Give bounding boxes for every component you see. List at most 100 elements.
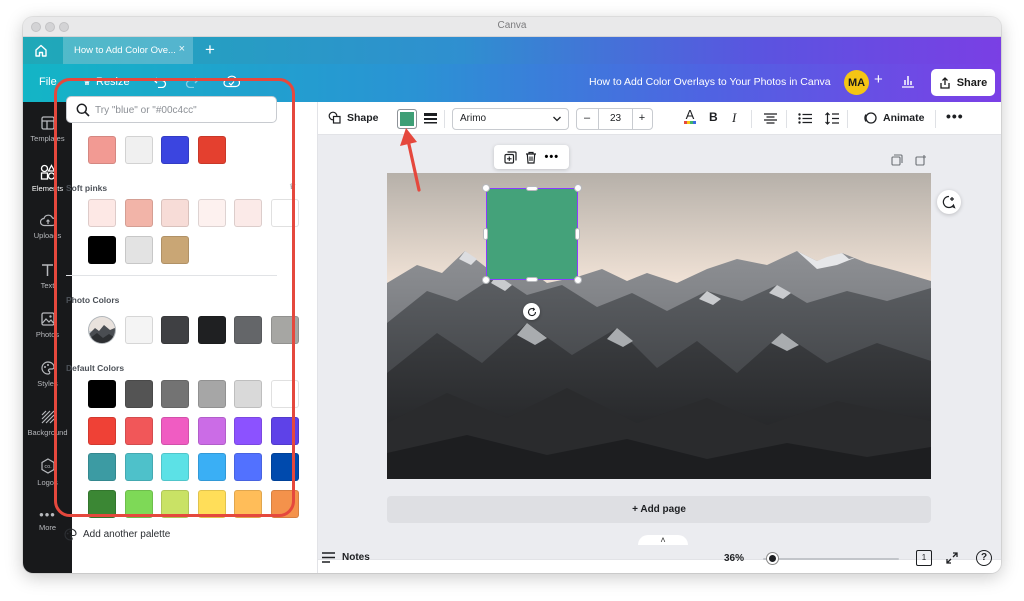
add-collaborator-button[interactable]: + <box>874 71 883 88</box>
color-swatch[interactable] <box>124 380 153 408</box>
border-style-icon[interactable] <box>424 113 437 124</box>
color-swatch[interactable] <box>271 380 299 408</box>
color-swatch[interactable] <box>88 235 116 264</box>
share-button[interactable]: Share <box>931 69 995 96</box>
color-swatch[interactable] <box>271 453 299 481</box>
color-swatch[interactable] <box>197 489 226 518</box>
color-swatch[interactable] <box>124 489 153 518</box>
insights-chart-icon[interactable] <box>901 74 915 88</box>
add-page-icon[interactable] <box>915 154 927 166</box>
add-another-palette-button[interactable]: Add another palette <box>64 528 170 541</box>
color-swatch[interactable] <box>197 316 226 344</box>
more-options-icon[interactable]: ••• <box>946 108 964 124</box>
color-swatch[interactable] <box>234 489 263 518</box>
resize-handle-bottom-right[interactable] <box>574 276 582 284</box>
color-swatch[interactable] <box>234 316 263 344</box>
line-spacing-icon[interactable] <box>825 112 839 125</box>
color-swatch[interactable] <box>197 199 226 227</box>
bold-icon[interactable]: B <box>709 110 718 124</box>
resize-handle-top-left[interactable] <box>482 184 490 192</box>
text-color-button[interactable]: A <box>683 107 697 129</box>
color-swatch[interactable] <box>161 453 190 481</box>
color-swatch[interactable] <box>161 199 190 227</box>
resize-handle-bottom[interactable] <box>526 277 538 282</box>
rail-item-uploads[interactable]: Uploads <box>23 204 72 250</box>
color-swatch[interactable] <box>271 489 299 518</box>
increase-font-size-button[interactable]: + <box>632 112 652 124</box>
close-tab-icon[interactable]: × <box>179 43 185 55</box>
italic-icon[interactable]: I <box>732 110 736 126</box>
list-icon[interactable] <box>798 113 812 124</box>
color-swatch[interactable] <box>197 453 226 481</box>
font-size-value[interactable]: 23 <box>598 109 633 129</box>
rail-item-elements[interactable]: Elements <box>23 155 72 201</box>
color-swatch[interactable] <box>271 416 299 445</box>
new-tab-button[interactable]: + <box>205 40 215 60</box>
photo-thumbnail-swatch[interactable] <box>88 316 116 344</box>
undo-icon[interactable] <box>153 76 167 88</box>
resize-handle-left[interactable] <box>483 228 488 240</box>
font-family-select[interactable]: Arimo <box>452 108 569 130</box>
tab-document[interactable]: How to Add Color Ove... × <box>63 37 193 64</box>
color-swatch[interactable] <box>88 199 116 227</box>
color-swatch[interactable] <box>124 136 153 164</box>
zoom-slider-handle[interactable] <box>767 553 778 564</box>
color-swatch[interactable] <box>124 416 153 445</box>
add-comment-button[interactable] <box>937 190 961 214</box>
help-icon[interactable]: ? <box>976 550 992 566</box>
color-swatch[interactable] <box>88 489 116 518</box>
more-icon[interactable]: ••• <box>545 151 560 163</box>
color-swatch[interactable] <box>88 136 116 164</box>
resize-menu[interactable]: Resize <box>96 76 130 88</box>
redo-icon[interactable] <box>185 76 199 88</box>
color-swatch[interactable] <box>161 136 190 164</box>
color-swatch[interactable] <box>124 453 153 481</box>
show-pages-toggle[interactable]: ˄ <box>638 535 688 545</box>
color-swatch[interactable] <box>161 380 190 408</box>
rail-item-logos[interactable]: co. Logos <box>23 449 72 495</box>
rail-item-photos[interactable]: Photos <box>23 302 72 348</box>
cloud-saved-icon[interactable] <box>223 75 240 88</box>
resize-handle-top[interactable] <box>526 186 538 191</box>
rotate-handle[interactable] <box>523 303 540 320</box>
color-swatch[interactable] <box>234 416 263 445</box>
trash-icon[interactable] <box>525 151 537 164</box>
resize-handle-top-right[interactable] <box>574 184 582 192</box>
zoom-slider-track[interactable] <box>763 558 899 560</box>
color-swatch[interactable] <box>124 235 153 264</box>
color-swatch[interactable] <box>271 316 299 344</box>
duplicate-page-icon[interactable] <box>891 154 903 166</box>
color-swatch[interactable] <box>161 489 190 518</box>
duplicate-icon[interactable] <box>504 150 517 164</box>
notes-button[interactable]: Notes <box>322 552 370 563</box>
color-swatch[interactable] <box>124 199 153 227</box>
color-swatch[interactable] <box>197 416 226 445</box>
align-center-icon[interactable] <box>764 113 777 124</box>
rail-item-text[interactable]: Text <box>23 253 72 299</box>
color-swatch[interactable] <box>197 136 226 164</box>
color-swatch[interactable] <box>234 453 263 481</box>
font-size-stepper[interactable]: – 23 + <box>576 108 653 130</box>
shape-button[interactable]: Shape <box>328 111 379 124</box>
add-page-button[interactable]: + Add page <box>387 496 931 523</box>
color-swatch[interactable] <box>271 199 299 227</box>
file-menu[interactable]: File <box>39 76 57 88</box>
color-search-field[interactable] <box>66 96 277 123</box>
resize-handle-right[interactable] <box>575 228 580 240</box>
color-search-input[interactable] <box>95 101 265 119</box>
rail-item-templates[interactable]: Templates <box>23 106 72 152</box>
page-count-button[interactable]: 1 <box>916 550 932 566</box>
color-swatch[interactable] <box>161 416 190 445</box>
rail-item-styles[interactable]: Styles <box>23 351 72 397</box>
selected-green-rectangle[interactable] <box>486 188 578 280</box>
document-title[interactable]: How to Add Color Overlays to Your Photos… <box>589 76 831 88</box>
color-swatch[interactable] <box>234 380 263 408</box>
design-canvas[interactable] <box>387 173 931 479</box>
animate-button[interactable]: Animate <box>863 111 924 125</box>
decrease-font-size-button[interactable]: – <box>577 112 597 124</box>
color-swatch[interactable] <box>197 380 226 408</box>
color-swatch[interactable] <box>161 235 190 264</box>
rail-item-background[interactable]: Background <box>23 400 72 446</box>
zoom-level[interactable]: 36% <box>724 553 744 564</box>
color-swatch[interactable] <box>88 416 116 445</box>
